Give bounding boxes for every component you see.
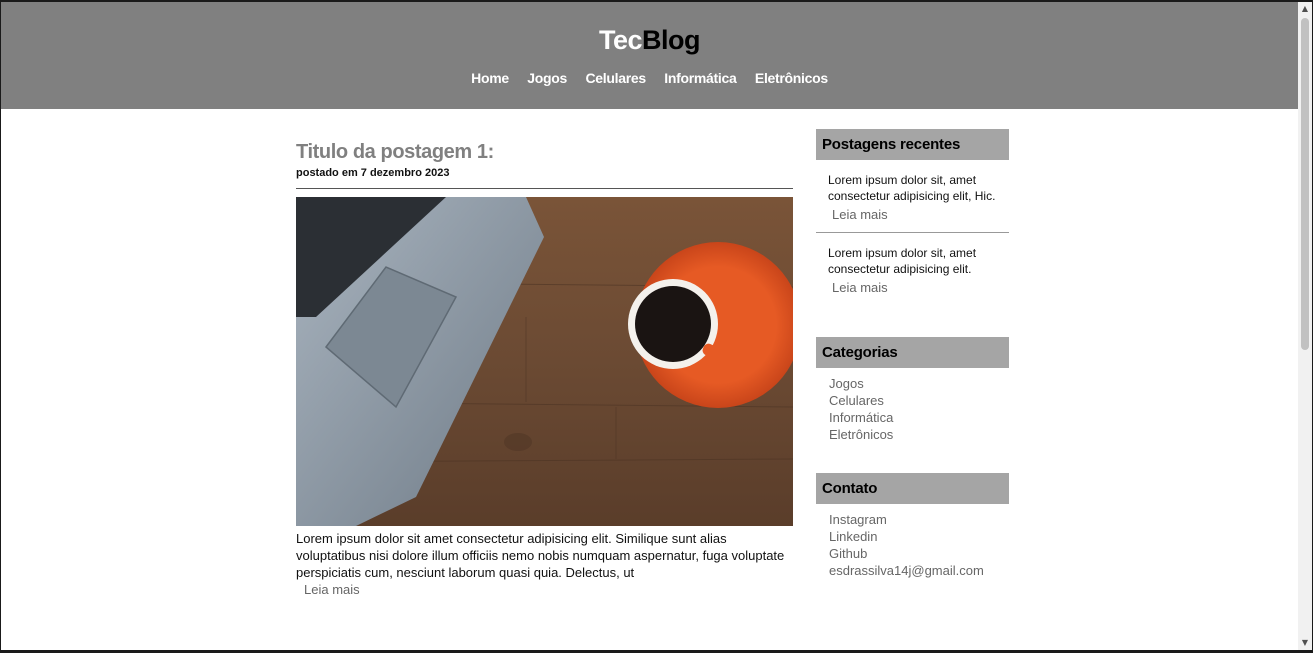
recent-post-text: Lorem ipsum dolor sit, amet consectetur … xyxy=(828,246,977,276)
category-link-jogos[interactable]: Jogos xyxy=(829,376,864,391)
category-item: Jogos xyxy=(829,375,996,392)
contact-widget: Contato Instagram Linkedin Github esdras… xyxy=(816,473,1009,579)
contact-item: Linkedin xyxy=(829,528,996,545)
site-logo[interactable]: TecBlog xyxy=(1,24,1298,56)
nav-informatica[interactable]: Informática xyxy=(664,70,736,86)
contact-item: Github xyxy=(829,545,996,562)
category-item: Celulares xyxy=(829,392,996,409)
scrollbar-thumb[interactable] xyxy=(1301,18,1309,350)
contact-title: Contato xyxy=(816,473,1009,504)
recent-post-item: Lorem ipsum dolor sit, amet consectetur … xyxy=(816,160,1009,232)
brand-part-tec: Tec xyxy=(598,25,643,55)
vertical-scrollbar[interactable]: ▲ ▼ xyxy=(1298,2,1312,650)
contact-item: Instagram xyxy=(829,511,996,528)
nav-home[interactable]: Home xyxy=(471,70,509,86)
nav-jogos[interactable]: Jogos xyxy=(527,70,567,86)
recent-post-item: Lorem ipsum dolor sit, amet consectetur … xyxy=(816,232,1009,305)
post-excerpt: Lorem ipsum dolor sit amet consectetur a… xyxy=(296,531,785,580)
brand-part-blog: Blog xyxy=(642,25,701,55)
sidebar: Postagens recentes Lorem ipsum dolor sit… xyxy=(816,129,1009,579)
category-item: Informática xyxy=(829,409,996,426)
contact-link-github[interactable]: Github xyxy=(829,546,867,561)
categories-title: Categorias xyxy=(816,337,1009,368)
browser-viewport: TecBlog Home Jogos Celulares Informática… xyxy=(1,2,1298,650)
category-link-eletronicos[interactable]: Eletrônicos xyxy=(829,427,893,442)
category-link-informatica[interactable]: Informática xyxy=(829,410,893,425)
post-date: postado em 7 dezembro 2023 xyxy=(296,167,450,179)
recent-posts-title: Postagens recentes xyxy=(816,129,1009,160)
categories-widget: Categorias Jogos Celulares Informática E… xyxy=(816,337,1009,443)
main-nav: Home Jogos Celulares Informática Eletrôn… xyxy=(1,70,1298,88)
recent-post-text: Lorem ipsum dolor sit, amet consectetur … xyxy=(828,173,996,203)
category-link-celulares[interactable]: Celulares xyxy=(829,393,884,408)
contact-link-email[interactable]: esdrassilva14j@gmail.com xyxy=(829,563,984,578)
contact-link-instagram[interactable]: Instagram xyxy=(829,512,887,527)
contact-link-linkedin[interactable]: Linkedin xyxy=(829,529,877,544)
contact-item: esdrassilva14j@gmail.com xyxy=(829,562,996,579)
nav-eletronicos[interactable]: Eletrônicos xyxy=(755,70,828,86)
recent-post-read-more[interactable]: Leia mais xyxy=(832,280,888,295)
post-article: Titulo da postagem 1: postado em 7 dezem… xyxy=(296,141,793,599)
site-header: TecBlog Home Jogos Celulares Informática… xyxy=(1,2,1298,109)
recent-posts-widget: Postagens recentes Lorem ipsum dolor sit… xyxy=(816,129,1009,305)
category-item: Eletrônicos xyxy=(829,426,996,443)
recent-post-read-more[interactable]: Leia mais xyxy=(832,207,888,222)
post-title: Titulo da postagem 1: xyxy=(296,141,494,163)
contact-list: Instagram Linkedin Github esdrassilva14j… xyxy=(816,504,1009,579)
categories-list: Jogos Celulares Informática Eletrônicos xyxy=(816,368,1009,443)
triangle-up-icon[interactable]: ▲ xyxy=(1298,2,1312,16)
post-image xyxy=(296,197,793,526)
post-read-more-link[interactable]: Leia mais xyxy=(304,582,360,597)
post-divider xyxy=(296,188,793,189)
triangle-down-icon[interactable]: ▼ xyxy=(1298,636,1312,650)
nav-celulares[interactable]: Celulares xyxy=(585,70,646,86)
